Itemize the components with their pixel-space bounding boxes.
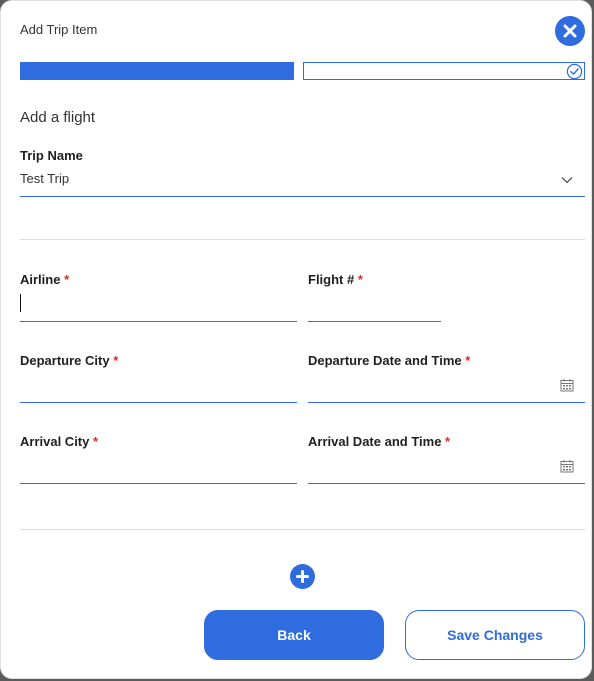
divider-top xyxy=(20,239,585,240)
close-button[interactable] xyxy=(555,16,585,46)
flight-number-input[interactable] xyxy=(308,292,441,322)
arrival-datetime-input[interactable] xyxy=(308,454,585,484)
check-circle-icon xyxy=(566,63,583,80)
add-trip-item-dialog: Add Trip Item Add a flight Trip Name Tes… xyxy=(0,0,592,679)
add-item-button[interactable] xyxy=(290,564,315,589)
trip-name-select[interactable]: Test Trip xyxy=(20,167,585,197)
calendar-icon[interactable] xyxy=(560,459,574,473)
plus-icon xyxy=(296,570,309,583)
flight-number-label: Flight # * xyxy=(308,272,363,287)
arrival-city-input[interactable] xyxy=(20,454,297,484)
back-button[interactable]: Back xyxy=(204,610,384,660)
trip-name-value: Test Trip xyxy=(20,171,70,186)
calendar-icon[interactable] xyxy=(560,378,574,392)
progress-step-2 xyxy=(303,62,585,80)
departure-city-label: Departure City * xyxy=(20,353,119,368)
save-changes-button[interactable]: Save Changes xyxy=(405,610,585,660)
arrival-datetime-label: Arrival Date and Time * xyxy=(308,434,451,449)
departure-city-input[interactable] xyxy=(20,373,297,403)
departure-datetime-label: Departure Date and Time * xyxy=(308,353,471,368)
progress-step-1 xyxy=(20,62,294,80)
dialog-title: Add Trip Item xyxy=(20,22,98,37)
text-cursor xyxy=(20,294,21,312)
airline-label: Airline * xyxy=(20,272,70,287)
close-icon xyxy=(563,24,577,38)
divider-bottom xyxy=(20,529,585,530)
trip-name-label: Trip Name xyxy=(20,148,83,163)
airline-input[interactable] xyxy=(20,292,297,322)
chevron-down-icon xyxy=(561,177,573,184)
arrival-city-label: Arrival City * xyxy=(20,434,99,449)
departure-datetime-input[interactable] xyxy=(308,373,585,403)
section-title: Add a flight xyxy=(20,109,96,126)
